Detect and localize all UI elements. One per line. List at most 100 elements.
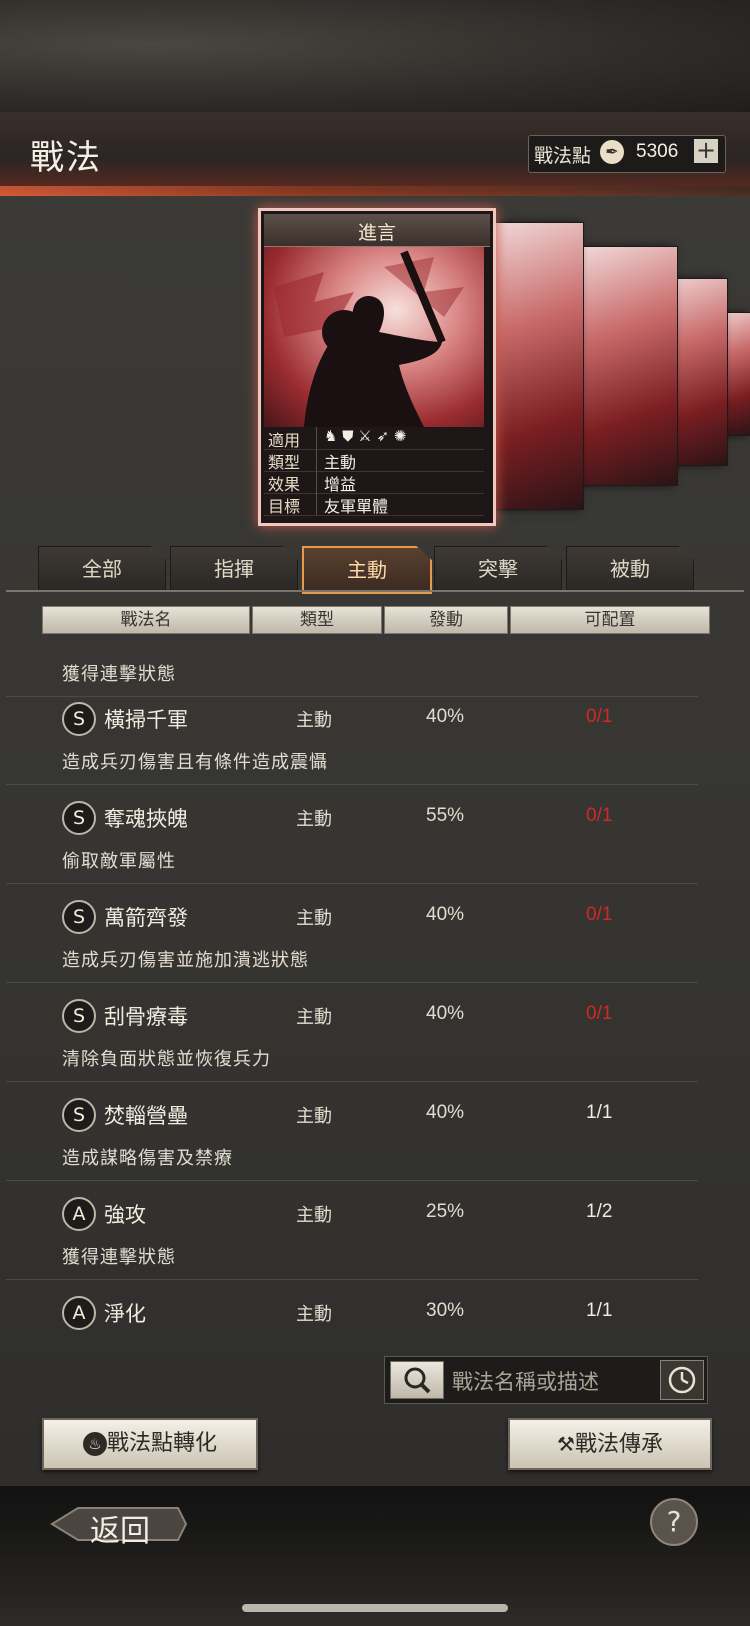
tactic-capacity: 0/1 [586,805,613,826]
grade-badge: S [62,999,96,1033]
grade-badge: S [62,702,96,736]
quill-icon: ✒ [600,140,624,164]
tactic-description: 清除負面狀態並恢復兵力 [62,1049,271,1070]
divider [316,471,317,493]
grade-badge: A [62,1296,96,1330]
tactic-rate: 40% [426,1003,465,1024]
tactic-name: 橫掃千軍 [104,708,188,732]
grade-badge: S [62,801,96,835]
tactic-type: 主動 [296,710,332,731]
tactic-type: 主動 [296,1205,332,1226]
tactic-rate: 40% [426,706,465,727]
help-icon[interactable]: ? [650,1498,698,1546]
search-button[interactable] [390,1361,444,1399]
list-item[interactable]: S 刮骨療毒 主動 40% 0/1 清除負面狀態並恢復兵力 [6,983,698,1082]
tactic-description: 偷取敵軍屬性 [62,851,176,872]
card-info-row: 效果 增益 [264,471,484,494]
card-info-key: 適用 [268,431,301,450]
card-title: 進言 [357,222,396,244]
tactic-rate: 40% [426,904,465,925]
tactic-name: 焚輜營壘 [104,1104,188,1128]
tactic-capacity: 0/1 [586,904,613,925]
tactic-capacity: 0/1 [586,706,613,727]
hammer-icon: ⚒ [557,1432,575,1456]
tactic-list[interactable]: 獲得連擊狀態 S 橫掃千軍 主動 40% 0/1 造成兵刃傷害且有條件造成震懾 … [6,644,698,1334]
tactic-description: 造成兵刃傷害並施加潰逃狀態 [62,950,309,971]
card-info-key: 目標 [268,497,301,516]
card-info-value: 友軍單體 [324,497,389,516]
convert-points-label: 戰法點轉化 [106,1431,217,1456]
tactic-name: 奪魂挾魄 [104,807,188,831]
warrior-silhouette [274,250,464,427]
card-info-row: 適用 ♞ ⛊ ⚔ ➶ ✺ [264,427,484,450]
list-item[interactable]: S 萬箭齊發 主動 40% 0/1 造成兵刃傷害並施加潰逃狀態 [6,884,698,983]
tactic-rate: 40% [426,1102,465,1123]
page-title: 戰法 [30,138,102,178]
back-label: 返回 [90,1514,150,1549]
tab-underline [6,590,744,592]
convert-points-button[interactable]: ♨ 戰法點轉化 [42,1418,258,1470]
tactic-name: 淨化 [104,1302,146,1326]
list-item[interactable]: S 焚輜營壘 主動 40% 1/1 造成謀略傷害及禁療 [6,1082,698,1181]
divider [316,493,317,515]
tactic-type: 主動 [296,1106,332,1127]
tactic-points-value: 5306 [636,141,679,162]
list-item[interactable]: S 橫掃千軍 主動 40% 0/1 造成兵刃傷害且有條件造成震懾 [6,686,698,785]
tactic-rate: 55% [426,805,465,826]
tactic-rate: 25% [426,1201,465,1222]
inherit-tactic-button[interactable]: ⚒戰法傳承 [508,1418,712,1470]
add-points-button[interactable]: + [694,138,718,163]
tab-active[interactable]: 主動 [302,546,432,594]
grade-badge: A [62,1197,96,1231]
search-icon [404,1367,431,1394]
card-info-table: 適用 ♞ ⛊ ⚔ ➶ ✺ 類型 主動 效果 增益 目標 友軍單體 [264,427,484,516]
tactic-type: 主動 [296,908,332,929]
card-artwork [264,247,484,427]
clock-icon [668,1366,696,1394]
tactic-name: 刮骨療毒 [104,1005,188,1029]
card-info-value: 主動 [324,453,357,472]
list-item[interactable]: A 強攻 主動 25% 1/2 獲得連擊狀態 [6,1181,698,1280]
grade-badge: S [62,1098,96,1132]
card-info-key: 類型 [268,453,301,472]
grade-badge: S [62,900,96,934]
tactic-capacity: 0/1 [586,1003,613,1024]
tactic-description: 獲得連擊狀態 [62,1247,176,1268]
list-item[interactable]: A 淨化 主動 30% 1/1 [6,1280,698,1334]
tactic-capacity: 1/1 [586,1300,613,1321]
fire-icon: ♨ [82,1432,107,1456]
tactic-type: 主動 [296,1007,332,1028]
tactic-points-label: 戰法點 [534,145,592,167]
top-decor-band [0,0,750,112]
sort-history-button[interactable] [660,1360,704,1400]
tactic-name: 強攻 [104,1203,146,1227]
tab-all[interactable]: 全部 [38,546,166,592]
tab-passive[interactable]: 被動 [566,546,694,592]
divider [316,427,317,449]
tactic-rate: 30% [426,1300,465,1321]
tactic-type: 主動 [296,809,332,830]
column-header-capacity[interactable]: 可配置 [510,606,710,634]
column-header-name[interactable]: 戰法名 [42,606,250,634]
tab-command[interactable]: 指揮 [170,546,298,592]
tactic-description: 造成兵刃傷害且有條件造成震懾 [62,752,328,773]
column-header-trigger[interactable]: 發動 [384,606,508,634]
card-info-key: 效果 [268,475,301,494]
troop-type-icons: ♞ ⛊ ⚔ ➶ ✺ [324,427,407,445]
list-item[interactable]: S 奪魂挾魄 主動 55% 0/1 偷取敵軍屬性 [6,785,698,884]
header-glow [0,186,750,196]
stack-card-2[interactable] [494,222,584,510]
tactic-type: 主動 [296,1304,332,1325]
tactic-description: 造成謀略傷害及禁療 [62,1148,233,1169]
card-info-value: 增益 [324,475,357,494]
search-input[interactable]: 戰法名稱或描述 [452,1366,599,1396]
inherit-tactic-label: 戰法傳承 [574,1432,663,1457]
column-header-type[interactable]: 類型 [252,606,382,634]
tab-assault[interactable]: 突擊 [434,546,562,592]
stack-card-3[interactable] [582,246,678,486]
card-info-row: 類型 主動 [264,449,484,472]
card-info-row: 目標 友軍單體 [264,493,484,516]
divider [316,449,317,471]
tactic-name: 萬箭齊發 [104,906,188,930]
home-indicator [242,1604,508,1612]
